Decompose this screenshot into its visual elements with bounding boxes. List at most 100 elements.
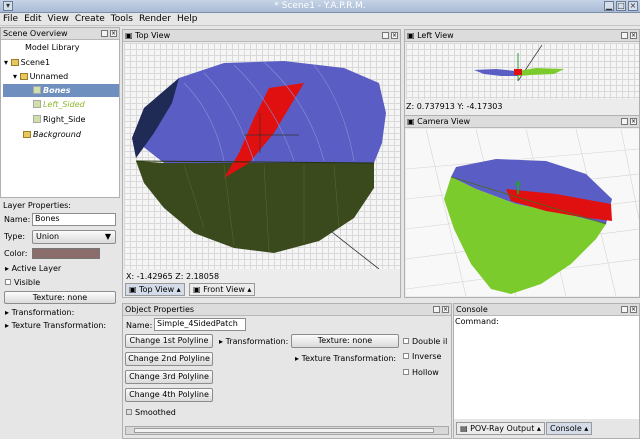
left-view-title: ▣ Left View × (405, 30, 639, 42)
scene-overview-panel: Scene Overview × Model Library ▾ Scene1 … (0, 27, 120, 198)
float-icon[interactable] (621, 306, 628, 313)
change-3rd-polyline-button[interactable]: Change 3rd Polyline (125, 370, 213, 384)
tab-front-view[interactable]: ▣ Front View ▴ (189, 283, 256, 296)
tree-item-scene1[interactable]: ▾ Scene1 (4, 57, 50, 68)
view-icon: ▣ (407, 117, 418, 126)
checkbox-icon[interactable] (403, 353, 409, 359)
checkbox-icon[interactable] (403, 369, 409, 375)
double-illuminate-checkbox[interactable]: Double il (403, 337, 447, 347)
checkbox-icon[interactable] (5, 279, 11, 285)
tab-top-view[interactable]: ▣ Top View ▴ (125, 283, 185, 296)
top-view-title: ▣ Top View × (123, 30, 400, 42)
object-texture-transformation[interactable]: ▸ Texture Transformation: (295, 354, 396, 364)
tree-item-unnamed[interactable]: ▾ Unnamed (13, 71, 68, 82)
type-label: Type: (4, 232, 26, 241)
menu-tools[interactable]: Tools (108, 13, 136, 25)
layer-transformation[interactable]: ▸ Transformation: (5, 308, 74, 318)
console-panel: Console × Command: ▤ POV-Ray Output ▴ Co… (453, 303, 640, 439)
view-icon: ▣ (129, 285, 140, 294)
layer-properties-title: Layer Properties: (3, 201, 71, 210)
name-label: Name: (4, 215, 31, 224)
top-viewport[interactable] (124, 43, 400, 269)
patch-icon (33, 100, 41, 108)
folder-icon (19, 73, 28, 80)
object-properties-panel: Object Properties × Name: Simple_4SidedP… (122, 303, 452, 439)
bone-icon (33, 86, 41, 94)
scrollbar-thumb[interactable] (134, 428, 434, 433)
console-tabs: ▤ POV-Ray Output ▴ Console ▴ (454, 419, 639, 438)
leaf-model-camera[interactable] (406, 129, 639, 296)
panel-close-icon[interactable]: × (630, 32, 637, 39)
color-label: Color: (4, 249, 28, 258)
folder-icon (10, 59, 19, 66)
panel-close-icon[interactable]: × (391, 32, 398, 39)
tab-povray-output[interactable]: ▤ POV-Ray Output ▴ (456, 422, 545, 435)
menu-create[interactable]: Create (72, 13, 108, 25)
tree-item-left-sided[interactable]: Left_Sided (33, 99, 85, 110)
layer-type-select[interactable]: Union ▼ (32, 230, 116, 244)
scene-overview-title: Scene Overview × (1, 28, 119, 40)
smoothed-checkbox[interactable]: Smoothed (126, 408, 176, 418)
panel-close-icon[interactable]: × (442, 306, 449, 313)
leaf-model-side[interactable] (406, 43, 639, 99)
menu-file[interactable]: File (0, 13, 21, 25)
command-label: Command: (455, 317, 499, 326)
checkbox-icon[interactable] (403, 338, 409, 344)
hollow-checkbox[interactable]: Hollow (403, 368, 439, 378)
menu-render[interactable]: Render (136, 13, 174, 25)
minimize-icon[interactable]: ▁ (604, 1, 614, 11)
visible-checkbox[interactable]: Visible (5, 278, 40, 288)
close-icon[interactable]: × (628, 1, 638, 11)
layer-texture-transformation[interactable]: ▸ Texture Transformation: (5, 321, 106, 331)
console-icon: ▤ (460, 424, 471, 433)
tab-console[interactable]: Console ▴ (546, 422, 593, 435)
top-view-coords: X: -1.42965 Z: 2.18058 (126, 272, 220, 281)
view-icon: ▣ (407, 31, 418, 40)
menu-help[interactable]: Help (174, 13, 201, 25)
camera-view-panel: ▣ Camera View × (404, 115, 640, 298)
left-view-coords: Z: 0.737913 Y: -4.17303 (406, 102, 503, 111)
panel-close-icon[interactable]: × (630, 118, 637, 125)
layer-properties-panel: Layer Properties: Name: Bones Type: Unio… (0, 199, 120, 439)
change-1st-polyline-button[interactable]: Change 1st Polyline (125, 334, 213, 348)
patch-icon (33, 115, 41, 123)
menu-view[interactable]: View (45, 13, 72, 25)
tree-item-bones[interactable]: Bones (33, 85, 70, 96)
active-layer-option[interactable]: ▸ Active Layer (5, 264, 61, 274)
view-icon: ▣ (125, 31, 136, 40)
object-texture-button[interactable]: Texture: none (291, 334, 399, 348)
checkbox-icon[interactable] (126, 409, 132, 415)
tree-item-right-side[interactable]: Right_Side (33, 114, 85, 125)
console-title: Console × (454, 304, 639, 316)
panel-close-icon[interactable]: × (630, 306, 637, 313)
camera-view-title: ▣ Camera View × (405, 116, 639, 128)
left-viewport[interactable] (406, 43, 639, 99)
float-icon[interactable] (433, 306, 440, 313)
window-titlebar: * Scene1 - Y.A.P.R.M. ▾ ▁ □ × (0, 0, 640, 13)
float-icon[interactable] (621, 118, 628, 125)
camera-viewport[interactable] (406, 129, 639, 296)
window-menu-icon[interactable]: ▾ (3, 1, 13, 11)
object-properties-title: Object Properties × (123, 304, 451, 316)
leaf-model-top[interactable] (124, 43, 400, 269)
chevron-down-icon: ▼ (104, 232, 111, 241)
float-icon[interactable] (101, 30, 108, 37)
object-name-field[interactable]: Simple_4SidedPatch (154, 318, 246, 331)
window-title: * Scene1 - Y.A.P.R.M. (274, 1, 366, 11)
menu-edit[interactable]: Edit (21, 13, 44, 25)
change-2nd-polyline-button[interactable]: Change 2nd Polyline (125, 352, 213, 366)
maximize-icon[interactable]: □ (616, 1, 626, 11)
layer-texture-button[interactable]: Texture: none (4, 291, 116, 304)
tree-item-background[interactable]: Background (23, 129, 81, 140)
float-icon[interactable] (621, 32, 628, 39)
layer-name-field[interactable]: Bones (32, 213, 116, 226)
change-4th-polyline-button[interactable]: Change 4th Polyline (125, 388, 213, 402)
object-transformation[interactable]: ▸ Transformation: (219, 337, 288, 347)
panel-close-icon[interactable]: × (110, 30, 117, 37)
inverse-checkbox[interactable]: Inverse (403, 352, 441, 362)
float-icon[interactable] (382, 32, 389, 39)
object-properties-scrollbar[interactable] (125, 426, 449, 435)
background-icon (23, 131, 31, 138)
layer-color-swatch[interactable] (32, 248, 100, 259)
tree-item-model-library[interactable]: Model Library (25, 42, 80, 53)
